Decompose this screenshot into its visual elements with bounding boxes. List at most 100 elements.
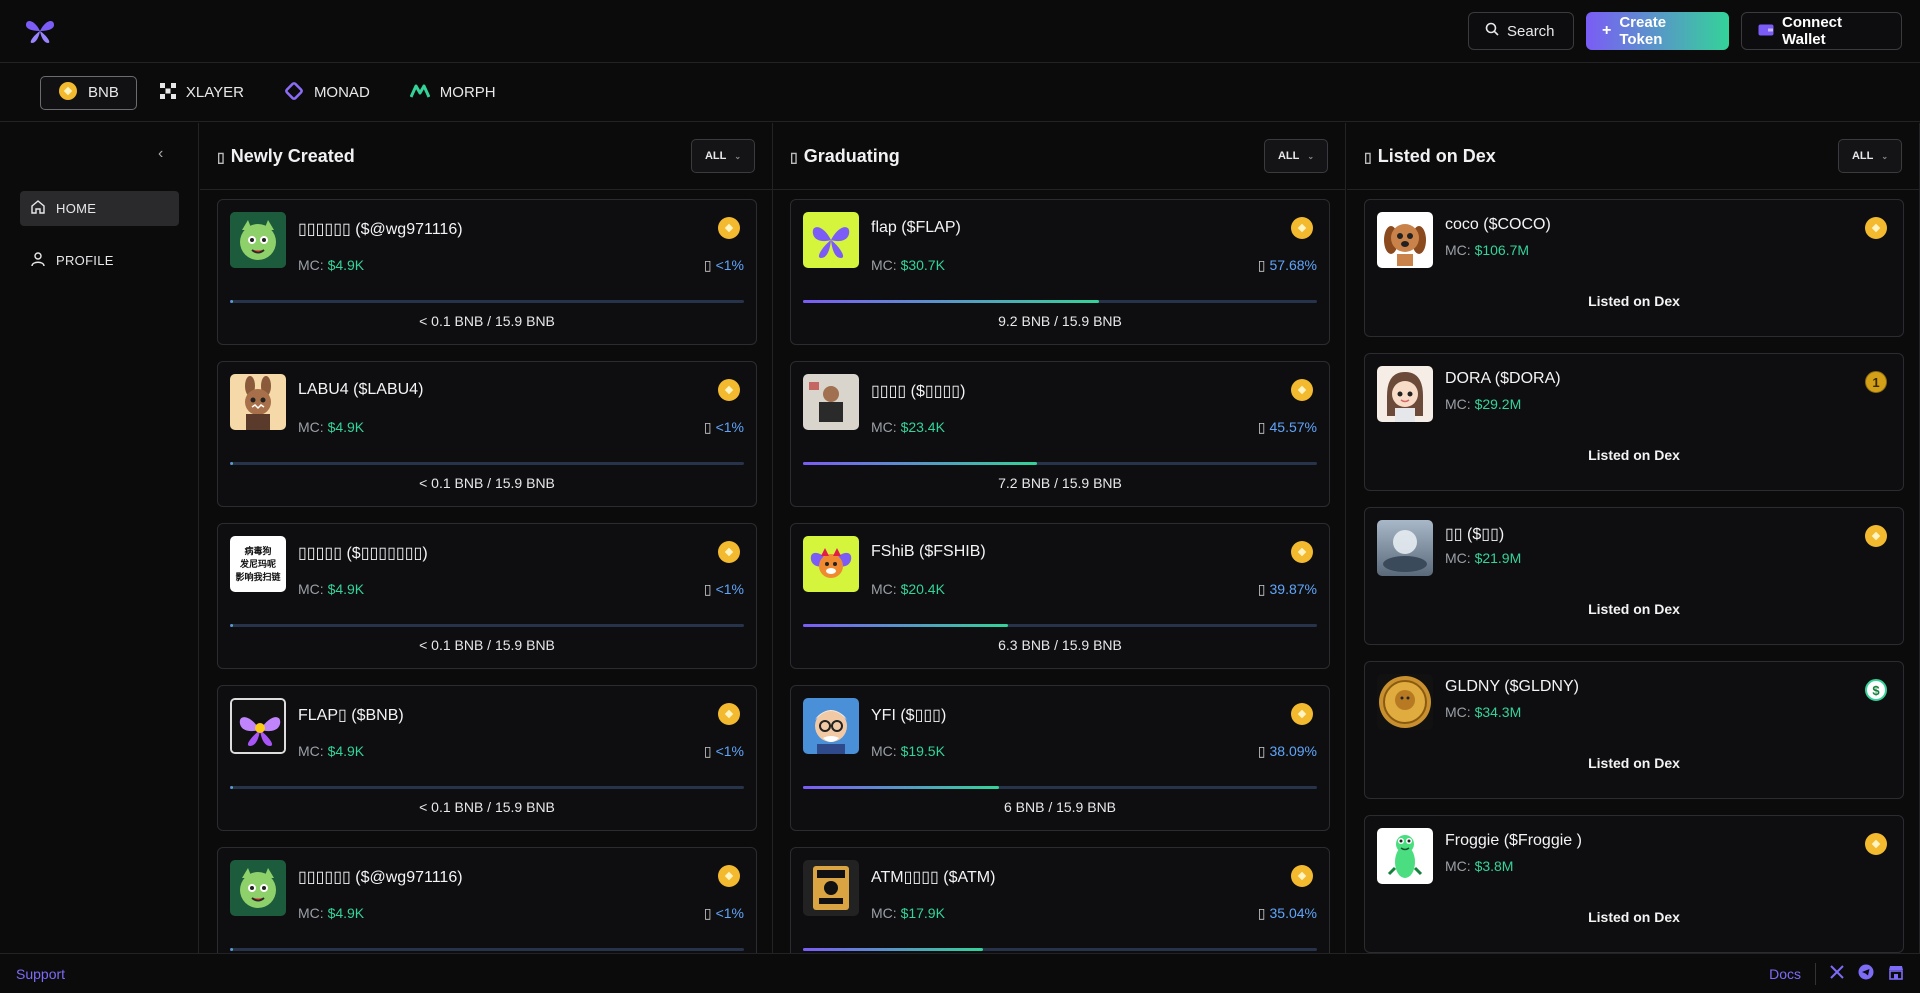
top-bar: Search + Create Token Connect Wallet xyxy=(0,0,1920,63)
market-cap: MC: $4.9K xyxy=(298,257,365,273)
collapse-sidebar-chevron-icon[interactable]: ‹ xyxy=(158,145,163,163)
bnb-badge-icon xyxy=(1865,217,1887,239)
bonding-progress-bar xyxy=(230,786,744,789)
bonding-progress-bar xyxy=(230,300,744,303)
token-card[interactable]: flap ($FLAP) MC: $30.7K ▯ 57.68% 9.2 BNB … xyxy=(790,199,1330,345)
sidebar: ‹ HOME PROFILE xyxy=(0,123,199,953)
graduating-column: ▯ Graduating ALL ⌄ flap ($FLAP) MC: $30.7K… xyxy=(773,123,1346,953)
token-name: coco ($COCO) xyxy=(1445,216,1551,233)
token-avatar xyxy=(803,374,859,430)
token-card[interactable]: LABU4 ($LABU4) MC: $4.9K ▯ <1% < 0.1 BNB … xyxy=(217,361,757,507)
number-badge-icon: 1 xyxy=(1865,371,1887,393)
progress-label: < 0.1 BNB / 15.9 BNB xyxy=(419,637,555,653)
progress-percent: ▯ 57.68% xyxy=(1257,257,1317,273)
progress-percent: ▯ <1% xyxy=(703,419,744,435)
progress-percent: ▯ 39.87% xyxy=(1257,581,1317,597)
token-avatar xyxy=(803,212,859,268)
sidebar-item-home[interactable]: HOME xyxy=(20,191,179,226)
chain-tab-bnb[interactable]: BNB xyxy=(40,75,137,110)
bonding-progress-bar xyxy=(803,948,1317,951)
token-name: FLAP▯ ($BNB) xyxy=(298,707,404,724)
token-card[interactable]: FLAP▯ ($BNB) MC: $4.9K ▯ <1% < 0.1 BNB / … xyxy=(217,685,757,831)
token-card[interactable]: ▯▯▯▯▯▯ ($@wg971116) MC: $4.9K ▯ <1% xyxy=(217,847,757,953)
market-cap: MC: $34.3M xyxy=(1445,704,1522,720)
dex-token-card[interactable]: Froggie ($Froggie ) MC: $3.8M Listed on … xyxy=(1364,815,1904,953)
user-icon xyxy=(30,251,46,270)
column-title: ▯ Graduating xyxy=(790,145,900,166)
token-card[interactable]: 病毒狗 发尼玛呢 影响我扫链 ▯▯▯▯▯ ($▯▯▯▯▯▯▯) MC: $4.9… xyxy=(217,523,757,669)
docs-link[interactable]: Docs xyxy=(1769,966,1801,982)
listed-status: Listed on Dex xyxy=(1588,601,1680,617)
progress-label: 7.2 BNB / 15.9 BNB xyxy=(998,475,1122,491)
home-icon xyxy=(30,199,46,218)
market-cap: MC: $30.7K xyxy=(871,257,945,273)
bnb-badge-icon xyxy=(1291,379,1313,401)
chain-tab-monad[interactable]: MONAD xyxy=(267,76,387,110)
chevron-down-icon: ⌄ xyxy=(734,151,742,161)
token-card[interactable]: FShiB ($FSHIB) MC: $20.4K ▯ 39.87% 6.3 BN… xyxy=(790,523,1330,669)
flap-logo-icon[interactable] xyxy=(22,13,58,49)
progress-label: < 0.1 BNB / 15.9 BNB xyxy=(419,799,555,815)
xlayer-icon xyxy=(159,82,176,103)
plus-icon: + xyxy=(1602,22,1612,39)
token-card[interactable]: ▯▯▯▯▯▯ ($@wg971116) MC: $4.9K ▯ <1% < 0.1… xyxy=(217,199,757,345)
progress-percent: ▯ <1% xyxy=(703,905,744,921)
chain-tab-morph[interactable]: MORPH xyxy=(393,76,513,110)
token-name: ▯▯▯▯ ($▯▯▯▯) xyxy=(871,383,966,400)
avatar-text: 病毒狗 xyxy=(244,545,272,556)
sidebar-item-profile[interactable]: PROFILE xyxy=(20,243,179,278)
create-token-label: Create Token xyxy=(1619,14,1667,48)
bnb-badge-icon xyxy=(1291,217,1313,239)
bonding-progress-bar xyxy=(803,300,1317,303)
telegram-icon[interactable] xyxy=(1858,964,1874,984)
create-token-button[interactable]: + Create Token xyxy=(1586,12,1729,50)
shop-icon[interactable] xyxy=(1888,964,1904,984)
token-avatar xyxy=(803,698,859,754)
connect-wallet-label: Connect Wallet xyxy=(1782,14,1842,48)
token-avatar xyxy=(1377,828,1433,884)
token-card[interactable]: ATM▯▯▯▯ ($ATM) MC: $17.9K ▯ 35.04% xyxy=(790,847,1330,953)
token-card[interactable]: ▯▯▯▯ ($▯▯▯▯) MC: $23.4K ▯ 45.57% 7.2 BNB … xyxy=(790,361,1330,507)
bonding-progress-bar xyxy=(803,624,1317,627)
progress-label: 6 BNB / 15.9 BNB xyxy=(1003,799,1117,815)
chevron-down-icon: ⌄ xyxy=(1881,151,1889,161)
connect-wallet-button[interactable]: Connect Wallet xyxy=(1741,12,1902,50)
dex-token-card[interactable]: GLDNY ($GLDNY) MC: $34.3M $ Listed on De… xyxy=(1364,661,1904,799)
market-cap: MC: $4.9K xyxy=(298,419,365,435)
token-card[interactable]: YFI ($▯▯▯) MC: $19.5K ▯ 38.09% 6 BNB / 15… xyxy=(790,685,1330,831)
token-name: FShiB ($FSHIB) xyxy=(871,543,986,560)
progress-label: < 0.1 BNB / 15.9 BNB xyxy=(419,475,555,491)
dex-token-card[interactable]: DORA ($DORA) MC: $29.2M 1 Listed on Dex xyxy=(1364,353,1904,491)
filter-dropdown[interactable]: ALL ⌄ xyxy=(691,139,755,173)
chain-label: MONAD xyxy=(313,84,370,101)
sidebar-item-label: PROFILE xyxy=(56,253,114,268)
progress-percent: ▯ 38.09% xyxy=(1257,743,1317,759)
x-twitter-icon[interactable] xyxy=(1830,964,1844,983)
market-cap: MC: $3.8M xyxy=(1445,858,1514,874)
search-button[interactable]: Search xyxy=(1468,12,1574,50)
token-avatar xyxy=(230,698,286,754)
support-link[interactable]: Support xyxy=(16,966,65,982)
filter-dropdown[interactable]: ALL ⌄ xyxy=(1838,139,1902,173)
bonding-progress-bar xyxy=(230,948,744,951)
progress-label: 9.2 BNB / 15.9 BNB xyxy=(998,313,1122,329)
progress-label: 6.3 BNB / 15.9 BNB xyxy=(998,637,1122,653)
token-name: DORA ($DORA) xyxy=(1445,370,1561,387)
dex-token-card[interactable]: ▯▯ ($▯▯) MC: $21.9M Listed on Dex xyxy=(1364,507,1904,645)
bnb-badge-icon xyxy=(718,379,740,401)
avatar-text: 影响我扫链 xyxy=(235,571,281,582)
chain-tab-xlayer[interactable]: XLAYER xyxy=(143,76,261,110)
bonding-progress-bar xyxy=(230,624,744,627)
avatar-text: 发尼玛呢 xyxy=(239,558,276,569)
column-title: ▯ Newly Created xyxy=(217,145,355,166)
bnb-badge-icon xyxy=(718,541,740,563)
progress-percent: ▯ 45.57% xyxy=(1257,419,1317,435)
footer-divider xyxy=(1815,962,1816,985)
filter-dropdown[interactable]: ALL ⌄ xyxy=(1264,139,1328,173)
dex-token-card[interactable]: coco ($COCO) MC: $106.7M Listed on Dex xyxy=(1364,199,1904,337)
market-cap: MC: $106.7M xyxy=(1445,242,1530,258)
column-title: ▯ Listed on Dex xyxy=(1364,145,1496,166)
token-avatar xyxy=(1377,366,1433,422)
sidebar-item-label: HOME xyxy=(56,201,97,216)
listed-status: Listed on Dex xyxy=(1588,293,1680,309)
